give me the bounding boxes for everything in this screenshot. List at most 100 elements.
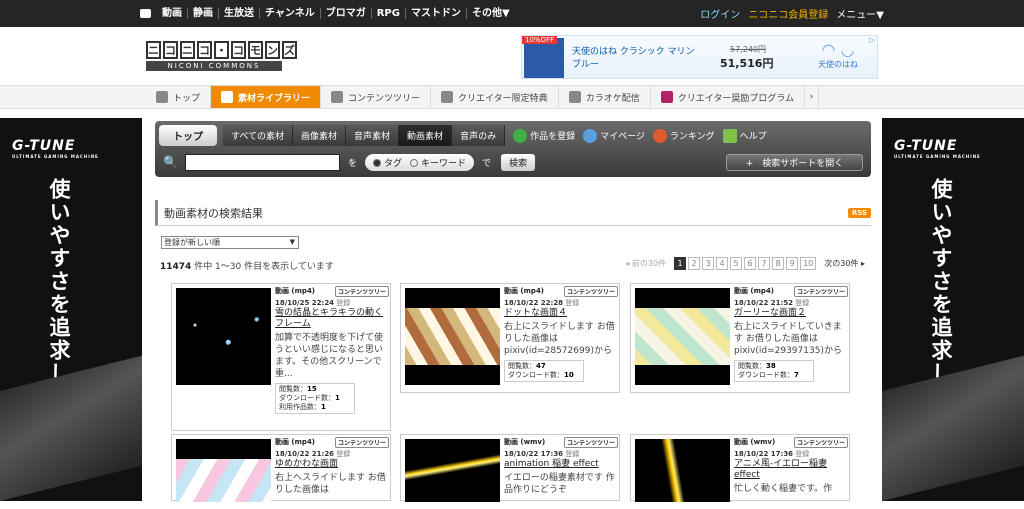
result-count: 11474 件中 1〜30 件目を表示しています: [160, 259, 334, 272]
nav-creator-program[interactable]: クリエイター奨励プログラム: [651, 86, 806, 108]
result-count-text: 件中 1〜30 件目を表示しています: [194, 262, 334, 272]
ad-brand-name: 天使のはね: [818, 60, 858, 69]
global-nav-douga[interactable]: 動画: [157, 8, 188, 19]
ad-choices-icon[interactable]: ▷: [870, 36, 875, 44]
nav-karaoke[interactable]: カラオケ配信: [559, 86, 651, 108]
ad-discount-badge: 10%OFF: [522, 36, 558, 44]
material-thumbnail[interactable]: [635, 288, 730, 385]
page-number[interactable]: 2: [688, 257, 701, 270]
right-side-ad-banner[interactable]: G-TUNE ULTIMATE GAMING MACHINE 使いやすさを追求した: [882, 118, 1024, 501]
page-number[interactable]: 6: [744, 257, 757, 270]
material-thumbnail[interactable]: [635, 439, 730, 502]
ranking-button[interactable]: ランキング: [652, 128, 715, 143]
search-icon: 🔍: [163, 155, 178, 169]
next-page-link[interactable]: 次の30件 ▸: [824, 258, 865, 269]
material-title[interactable]: 雪の結晶とキラキラの動くフレーム: [275, 308, 383, 329]
login-link[interactable]: ログイン: [700, 6, 740, 21]
sort-select[interactable]: 登録が新しい順 ▼: [161, 236, 299, 249]
mypage-button[interactable]: マイページ: [583, 128, 645, 143]
toolbar-top-button[interactable]: トップ: [159, 125, 217, 146]
left-side-ad-banner[interactable]: G-TUNE ULTIMATE GAMING MACHINE 使いやすさを追求した: [0, 118, 142, 501]
global-nav-bar: 動画 静画 生放送 チャンネル ブロマガ RPG マストドン その他▼ ログイン…: [0, 0, 1024, 27]
global-nav-channel[interactable]: チャンネル: [260, 8, 321, 19]
downloads-label: ダウンロード数：: [279, 394, 335, 402]
nav-top[interactable]: トップ: [146, 86, 212, 108]
material-title[interactable]: アニメ風-イエロー稲妻 effect: [734, 459, 827, 480]
content-tree-badge[interactable]: コンテンツツリー: [334, 286, 389, 297]
material-card: 動画 (mp4) コンテンツツリー 18/10/22 21:52 登録 ガーリーな…: [630, 283, 850, 393]
action-label: マイページ: [600, 132, 645, 142]
page-number[interactable]: 8: [772, 257, 785, 270]
video-preview: [176, 308, 271, 365]
tab-voice-only[interactable]: 音声のみ: [452, 125, 506, 146]
tab-all-materials[interactable]: すべての素材: [223, 125, 294, 146]
material-title[interactable]: ゆめかわな画面: [275, 459, 338, 469]
global-nav-blomaga[interactable]: ブロマガ: [321, 8, 372, 19]
global-nav-others[interactable]: その他▼: [467, 8, 515, 19]
material-thumbnail[interactable]: [176, 288, 271, 385]
material-thumbnail[interactable]: [405, 439, 500, 502]
page-number[interactable]: 3: [702, 257, 715, 270]
material-card: 動画 (mp4) コンテンツツリー 18/10/22 21:26 登録 ゆめかわな…: [171, 434, 391, 502]
nav-more-arrow[interactable]: ›: [805, 86, 820, 108]
help-button[interactable]: ヘルプ: [722, 128, 767, 143]
video-preview: [405, 439, 500, 502]
video-preview: [405, 308, 500, 365]
material-title[interactable]: animation 稲妻 effect: [504, 459, 599, 469]
ad-title: 天使のはね クラシック マリン ブルー: [572, 47, 695, 70]
material-title[interactable]: ガーリーな画面２: [734, 308, 806, 318]
global-nav-rpg[interactable]: RPG: [372, 8, 406, 19]
content-tree-badge[interactable]: コンテンツツリー: [793, 286, 848, 297]
nav-creator-benefits[interactable]: クリエイター限定特典: [431, 86, 559, 108]
content-tree-badge[interactable]: コンテンツツリー: [563, 286, 618, 297]
material-date: 18/10/22 17:36: [734, 450, 794, 458]
search-button[interactable]: 検索: [501, 153, 536, 171]
logo-char: モ: [248, 41, 263, 59]
page-number[interactable]: 7: [758, 257, 771, 270]
material-thumbnail[interactable]: [176, 439, 271, 502]
page-number[interactable]: 4: [716, 257, 729, 270]
header-ad-banner[interactable]: 10%OFF 天使のはね クラシック マリン ブルー 57,240円 51,51…: [521, 35, 878, 79]
radio-tag[interactable]: タグ: [373, 156, 402, 169]
pagination: ◂ 前の30件 1 2 3 4 5 6 7 8 9 10 次の30件 ▸: [625, 257, 865, 270]
tab-image-materials[interactable]: 画像素材: [293, 125, 347, 146]
logo-char: ニ: [146, 41, 161, 59]
material-card: 動画 (mp4) コンテンツツリー 18/10/22 22:28 登録 ドットな画…: [400, 283, 620, 393]
rss-button[interactable]: RSS: [847, 208, 871, 218]
tab-audio-materials[interactable]: 音声素材: [346, 125, 400, 146]
global-nav-live[interactable]: 生放送: [219, 8, 260, 19]
tab-video-materials[interactable]: 動画素材: [399, 125, 453, 146]
prev-page-link[interactable]: ◂ 前の30件: [625, 258, 666, 269]
content-tree-badge[interactable]: コンテンツツリー: [793, 437, 848, 448]
page-number[interactable]: 1: [674, 257, 687, 270]
global-nav-mastodon[interactable]: マストドン: [406, 8, 467, 19]
register-link[interactable]: ニコニコ会員登録: [748, 6, 828, 21]
page-number[interactable]: 5: [730, 257, 743, 270]
niconico-tv-icon[interactable]: [140, 9, 151, 18]
uses-count: 1: [321, 403, 326, 411]
commons-toolbar: トップ すべての素材 画像素材 音声素材 動画素材 音声のみ 作品を登録 マイペ…: [155, 121, 871, 177]
downloads-label: ダウンロード数：: [738, 371, 794, 379]
content-tree-badge[interactable]: コンテンツツリー: [563, 437, 618, 448]
material-thumbnail[interactable]: [405, 288, 500, 385]
search-input[interactable]: [185, 153, 340, 171]
content-tree-badge[interactable]: コンテンツツリー: [334, 437, 389, 448]
nav-content-tree[interactable]: コンテンツツリー: [321, 86, 432, 108]
mypage-icon: [583, 128, 598, 143]
search-support-button[interactable]: + 検索サポートを開く: [726, 153, 863, 171]
page-number[interactable]: 10: [800, 257, 817, 270]
nav-material-library[interactable]: 素材ライブラリー: [211, 86, 322, 108]
register-work-button[interactable]: 作品を登録: [513, 128, 575, 143]
material-stats: 閲覧数：38 ダウンロード数：7: [734, 360, 814, 382]
global-nav-seiga[interactable]: 静画: [188, 8, 219, 19]
menu-link[interactable]: メニュー▼: [836, 6, 884, 21]
radio-keyword[interactable]: キーワード: [410, 156, 466, 169]
logo-char: ズ: [282, 41, 297, 59]
views-count: 47: [536, 362, 546, 370]
material-title[interactable]: ドットな画面４: [504, 308, 567, 318]
results-heading: 動画素材の検索結果: [155, 200, 871, 226]
niconi-commons-logo[interactable]: ニ コ ニ コ ・ コ モ ン ズ NICONI COMMONS: [146, 41, 297, 71]
logo-char: ン: [265, 41, 280, 59]
page-number[interactable]: 9: [786, 257, 799, 270]
material-date: 18/10/22 22:28: [504, 299, 564, 307]
